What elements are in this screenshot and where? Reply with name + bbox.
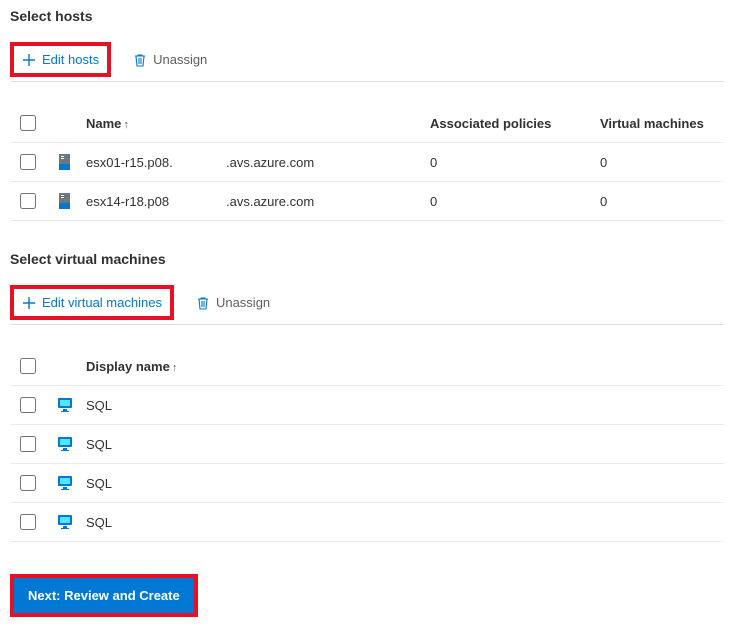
host-row-checkbox[interactable] [20,193,36,209]
monitor-icon [56,396,74,414]
host-domain: .avs.azure.com [220,143,424,182]
monitor-icon [56,474,74,492]
table-row: esx01-r15.p08. .avs.azure.com 0 0 [10,143,724,182]
host-vms: 0 [594,182,724,221]
vms-select-all-checkbox[interactable] [20,358,36,374]
trash-icon [133,53,147,67]
unassign-vms-button[interactable]: Unassign [188,289,278,316]
unassign-hosts-label: Unassign [153,52,207,67]
table-row: esx14-r18.p08 .avs.azure.com 0 0 [10,182,724,221]
host-name: esx01-r15.p08. [80,143,220,182]
vm-row-checkbox[interactable] [20,436,36,452]
table-row: SQL [10,503,724,542]
unassign-hosts-button[interactable]: Unassign [125,46,215,73]
hosts-select-all-checkbox[interactable] [20,115,36,131]
host-name: esx14-r18.p08 [80,182,220,221]
host-row-checkbox[interactable] [20,154,36,170]
vm-row-checkbox[interactable] [20,475,36,491]
unassign-vms-label: Unassign [216,295,270,310]
host-policies: 0 [424,143,594,182]
vm-name: SQL [80,464,724,503]
vm-row-checkbox[interactable] [20,514,36,530]
hosts-col-name[interactable]: Name [86,116,121,131]
host-vms: 0 [594,143,724,182]
table-row: SQL [10,386,724,425]
hosts-col-policies[interactable]: Associated policies [424,104,594,143]
plus-icon [22,296,36,310]
vms-toolbar: Edit virtual machines Unassign [10,281,724,325]
plus-icon [22,53,36,67]
server-icon [56,153,74,171]
edit-hosts-button[interactable]: Edit hosts [10,42,111,77]
footer: Next: Review and Create [10,574,724,617]
select-hosts-title: Select hosts [10,8,724,24]
sort-asc-icon: ↑ [123,119,129,131]
hosts-table: Name↑ Associated policies Virtual machin… [10,104,724,221]
monitor-icon [56,435,74,453]
vm-name: SQL [80,386,724,425]
vm-name: SQL [80,503,724,542]
host-policies: 0 [424,182,594,221]
vms-table: Display name↑ SQL SQL SQL [10,347,724,542]
table-row: SQL [10,464,724,503]
trash-icon [196,296,210,310]
vms-col-display-name[interactable]: Display name [86,359,170,374]
server-icon [56,192,74,210]
edit-vms-label: Edit virtual machines [42,295,162,310]
edit-vms-button[interactable]: Edit virtual machines [10,285,174,320]
monitor-icon [56,513,74,531]
hosts-col-vms[interactable]: Virtual machines [594,104,724,143]
sort-asc-icon: ↑ [172,362,178,374]
select-vms-title: Select virtual machines [10,251,724,267]
edit-hosts-label: Edit hosts [42,52,99,67]
vm-row-checkbox[interactable] [20,397,36,413]
host-domain: .avs.azure.com [220,182,424,221]
hosts-toolbar: Edit hosts Unassign [10,38,724,82]
vm-name: SQL [80,425,724,464]
table-row: SQL [10,425,724,464]
